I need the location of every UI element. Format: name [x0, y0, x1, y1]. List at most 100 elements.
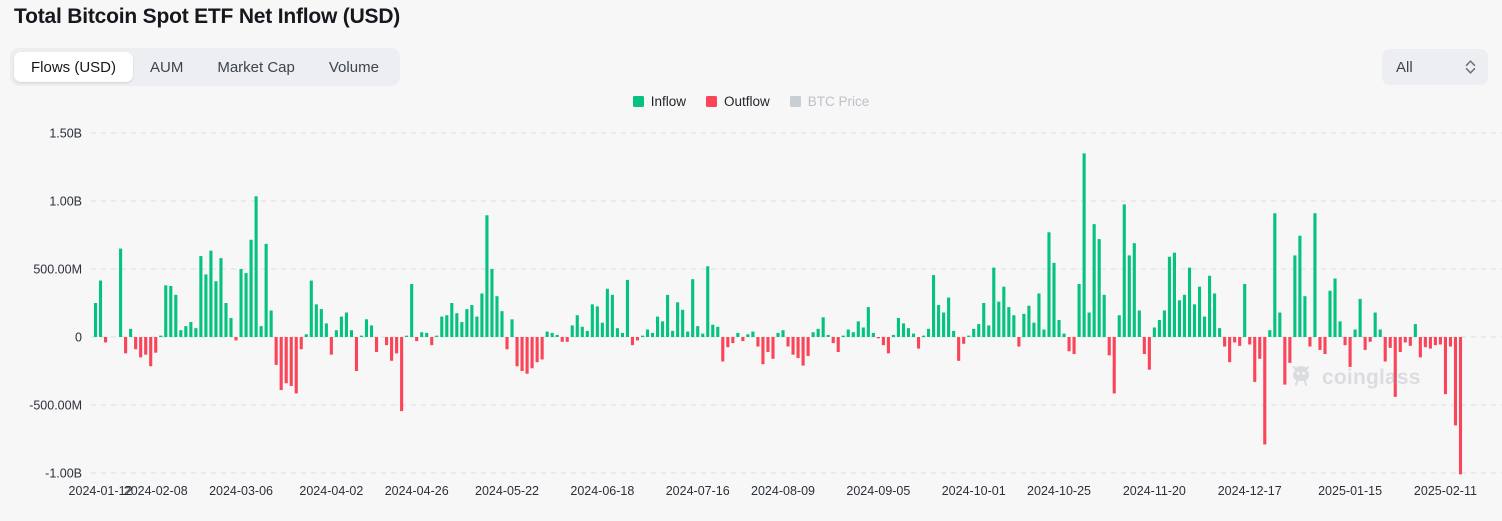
chart-bar[interactable]	[962, 337, 966, 344]
chart-bar[interactable]	[806, 337, 810, 357]
chart-bar[interactable]	[560, 337, 564, 342]
chart-bar[interactable]	[861, 327, 865, 337]
chart-bar[interactable]	[520, 337, 524, 371]
chart-bar[interactable]	[410, 283, 414, 337]
chart-bar[interactable]	[595, 306, 599, 337]
chart-bar[interactable]	[1273, 213, 1277, 337]
chart-bar[interactable]	[977, 324, 981, 337]
chart-bar[interactable]	[1358, 298, 1362, 337]
chart-bar[interactable]	[214, 281, 218, 337]
chart-bar[interactable]	[781, 330, 785, 337]
chart-bar[interactable]	[841, 335, 845, 337]
chart-bar[interactable]	[1208, 275, 1212, 337]
chart-bar[interactable]	[821, 317, 825, 337]
chart-bar[interactable]	[179, 330, 183, 337]
chart-bar[interactable]	[249, 239, 253, 337]
chart-bar[interactable]	[811, 332, 815, 337]
chart-bar[interactable]	[1328, 290, 1332, 337]
chart-bar[interactable]	[1002, 286, 1006, 337]
chart-bar[interactable]	[1072, 337, 1076, 354]
chart-bar[interactable]	[1082, 153, 1086, 337]
chart-bar[interactable]	[746, 334, 750, 337]
chart-bar[interactable]	[1152, 327, 1156, 337]
chart-bar[interactable]	[1132, 243, 1136, 337]
chart-bar[interactable]	[324, 323, 328, 337]
chart-bar[interactable]	[1363, 337, 1367, 350]
chart-bar[interactable]	[1042, 329, 1046, 337]
chart-bar[interactable]	[505, 337, 509, 350]
chart-bar[interactable]	[1303, 296, 1307, 337]
chart-bar[interactable]	[279, 337, 283, 391]
chart-bar[interactable]	[445, 315, 449, 337]
chart-bar[interactable]	[1428, 337, 1432, 349]
chart-bar[interactable]	[721, 337, 725, 362]
chart-bar[interactable]	[495, 296, 499, 337]
chart-bar[interactable]	[1037, 293, 1041, 337]
chart-bar[interactable]	[625, 279, 629, 337]
chart-bar[interactable]	[1223, 337, 1227, 347]
chart-bar[interactable]	[661, 321, 665, 337]
chart-bar[interactable]	[711, 324, 715, 337]
chart-bar[interactable]	[686, 331, 690, 337]
chart-bar[interactable]	[610, 294, 614, 337]
chart-bar[interactable]	[696, 326, 700, 337]
chart-bar[interactable]	[791, 337, 795, 355]
chart-bar[interactable]	[1007, 307, 1011, 337]
chart-bar[interactable]	[545, 331, 549, 337]
chart-bar[interactable]	[630, 337, 635, 346]
chart-bar[interactable]	[796, 337, 800, 359]
chart-bar[interactable]	[942, 312, 946, 337]
chart-bar[interactable]	[1017, 337, 1021, 347]
chart-bar[interactable]	[334, 330, 338, 337]
chart-bar[interactable]	[535, 337, 539, 363]
chart-bar[interactable]	[169, 286, 173, 337]
chart-bar[interactable]	[716, 326, 720, 337]
chart-bar[interactable]	[1097, 239, 1101, 337]
chart-bar[interactable]	[605, 288, 609, 337]
chart-bar[interactable]	[299, 337, 303, 350]
chart-bar[interactable]	[866, 307, 870, 337]
chart-bar[interactable]	[455, 313, 459, 337]
chart-bar[interactable]	[656, 316, 660, 337]
chart-bar[interactable]	[364, 319, 369, 337]
chart-bar[interactable]	[1052, 262, 1056, 337]
chart-bar[interactable]	[525, 337, 529, 374]
chart-bar[interactable]	[982, 303, 986, 337]
chart-bar[interactable]	[515, 337, 519, 367]
chart-bar[interactable]	[229, 317, 233, 337]
chart-bar[interactable]	[1157, 320, 1161, 337]
chart-bar[interactable]	[485, 215, 489, 337]
chart-bar[interactable]	[1323, 337, 1327, 354]
chart-bar[interactable]	[896, 317, 900, 337]
chart-bar[interactable]	[756, 337, 760, 347]
chart-bar[interactable]	[600, 322, 604, 337]
chart-bar[interactable]	[1192, 304, 1197, 337]
chart-bar[interactable]	[1253, 337, 1257, 382]
chart-bar[interactable]	[1172, 252, 1176, 337]
chart-bar[interactable]	[666, 294, 670, 337]
chart-bar[interactable]	[1077, 283, 1081, 337]
chart-bar[interactable]	[836, 337, 840, 352]
chart-bar[interactable]	[304, 334, 308, 337]
chart-bar[interactable]	[159, 335, 163, 337]
chart-bar[interactable]	[1393, 337, 1397, 397]
chart-bar[interactable]	[1137, 310, 1141, 337]
chart-bar[interactable]	[987, 325, 991, 337]
chart-bar[interactable]	[1318, 337, 1322, 350]
chart-bar[interactable]	[957, 337, 961, 361]
chart-bar[interactable]	[349, 330, 353, 337]
chart-bar[interactable]	[741, 337, 745, 342]
chart-bar[interactable]	[194, 328, 198, 337]
chart-bar[interactable]	[244, 273, 248, 337]
chart-bar[interactable]	[736, 332, 740, 337]
chart-bar[interactable]	[851, 332, 855, 337]
chart-bar[interactable]	[269, 310, 273, 337]
chart-bar[interactable]	[1177, 300, 1182, 337]
chart-bar[interactable]	[530, 337, 534, 369]
chart-bar[interactable]	[1313, 213, 1317, 337]
chart-bar[interactable]	[1348, 337, 1352, 367]
chart-bar[interactable]	[1238, 337, 1242, 346]
chart-bar[interactable]	[992, 267, 996, 337]
chart-bar[interactable]	[846, 329, 850, 337]
chart-bar[interactable]	[390, 337, 394, 361]
